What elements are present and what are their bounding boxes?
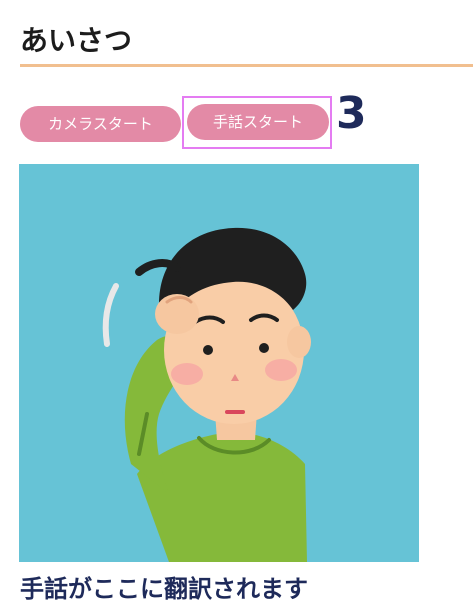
page-title: あいさつ: [20, 24, 133, 57]
sign-start-button[interactable]: 手話スタート: [187, 104, 329, 140]
title-divider: [20, 64, 473, 67]
person-scratching-head-illustration: [102, 227, 311, 562]
camera-start-button[interactable]: カメラスタート: [20, 106, 181, 142]
camera-preview: [19, 164, 419, 562]
translation-output: 手話がここに翻訳されます: [20, 575, 308, 603]
countdown-number: 3: [336, 88, 367, 139]
